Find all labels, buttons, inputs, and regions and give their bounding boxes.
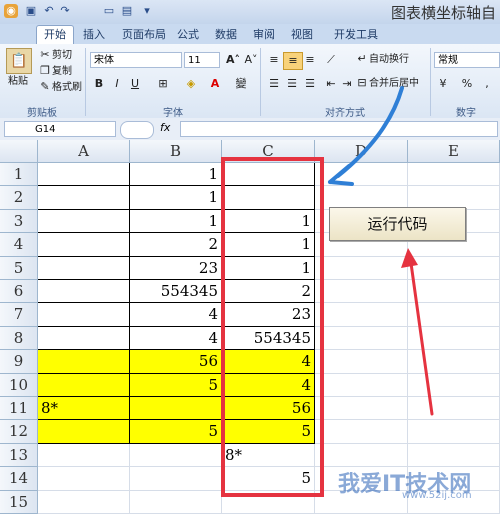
red-arrow-line [408,254,434,416]
red-arrow-head [401,248,418,268]
annotation-arrows [328,86,434,416]
blue-arrow-line [336,86,404,178]
watermark-url: www.52ij.com [402,490,472,501]
blue-arrow-head [328,164,354,186]
